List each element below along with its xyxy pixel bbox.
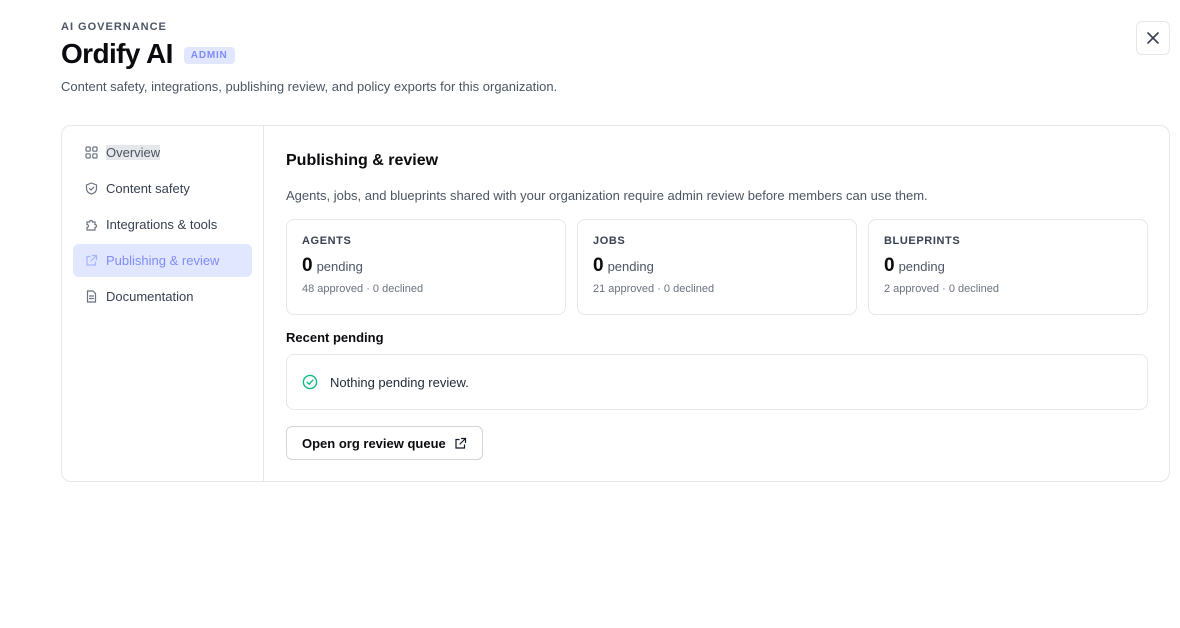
shield-icon (85, 182, 98, 195)
grid-icon (85, 146, 98, 159)
sidebar-item-label: Content safety (106, 181, 190, 196)
sidebar-item-label: Overview (106, 145, 161, 160)
sidebar-item-integrations[interactable]: Integrations & tools (73, 208, 252, 241)
card-unit: pending (316, 259, 363, 274)
jobs-card: JOBS 0 pending 21 approved · 0 declined (577, 219, 857, 315)
sidebar-item-content-safety[interactable]: Content safety (73, 172, 252, 205)
page-subtitle: Content safety, integrations, publishing… (61, 79, 558, 94)
empty-message: Nothing pending review. (330, 374, 469, 390)
card-count-row: 0 pending (593, 255, 841, 277)
sidebar-item-label: Publishing & review (106, 253, 220, 268)
button-label: Open org review queue (302, 435, 446, 451)
card-meta: 48 approved · 0 declined (302, 283, 424, 295)
section-description: Agents, jobs, and blueprints shared with… (286, 188, 928, 203)
recent-pending-title: Recent pending (286, 330, 384, 345)
card-count: 0 (302, 255, 313, 276)
sidebar: Overview Content safety Integrations & t… (62, 126, 264, 481)
puzzle-icon (86, 219, 98, 231)
card-count-row: 0 pending (884, 255, 1132, 277)
sidebar-item-label: Documentation (106, 289, 194, 304)
sidebar-item-publishing-review[interactable]: Publishing & review (73, 244, 252, 277)
card-label: JOBS (593, 235, 626, 247)
share-icon (86, 254, 98, 266)
sidebar-item-label: Integrations & tools (106, 217, 218, 232)
external-link-icon (455, 437, 466, 449)
empty-state: Nothing pending review. (286, 354, 1148, 410)
blueprints-card: BLUEPRINTS 0 pending 2 approved · 0 decl… (868, 219, 1148, 315)
card-count: 0 (884, 255, 895, 276)
admin-badge: ADMIN (183, 46, 235, 64)
card-label: BLUEPRINTS (884, 235, 961, 247)
sidebar-item-overview[interactable]: Overview (73, 136, 252, 169)
close-icon (1147, 32, 1159, 44)
open-review-queue-button[interactable]: Open org review queue (286, 426, 483, 460)
check-circle-icon (302, 374, 318, 390)
card-label: AGENTS (302, 235, 352, 247)
card-meta: 21 approved · 0 declined (593, 283, 715, 295)
agents-card: AGENTS 0 pending 48 approved · 0 decline… (286, 219, 566, 315)
card-meta: 2 approved · 0 declined (884, 283, 999, 295)
section-title: Publishing & review (286, 152, 439, 169)
sidebar-item-documentation[interactable]: Documentation (73, 280, 252, 313)
close-button[interactable] (1136, 21, 1170, 55)
card-unit: pending (607, 259, 654, 274)
card-unit: pending (898, 259, 945, 274)
card-count: 0 (593, 255, 604, 276)
title-row: Ordify AI ADMIN (61, 38, 235, 70)
document-icon (86, 290, 97, 303)
page-title: Ordify AI (61, 38, 173, 69)
eyebrow-label: AI GOVERNANCE (61, 21, 167, 33)
governance-panel: Overview Content safety Integrations & t… (61, 125, 1170, 482)
card-count-row: 0 pending (302, 255, 550, 277)
